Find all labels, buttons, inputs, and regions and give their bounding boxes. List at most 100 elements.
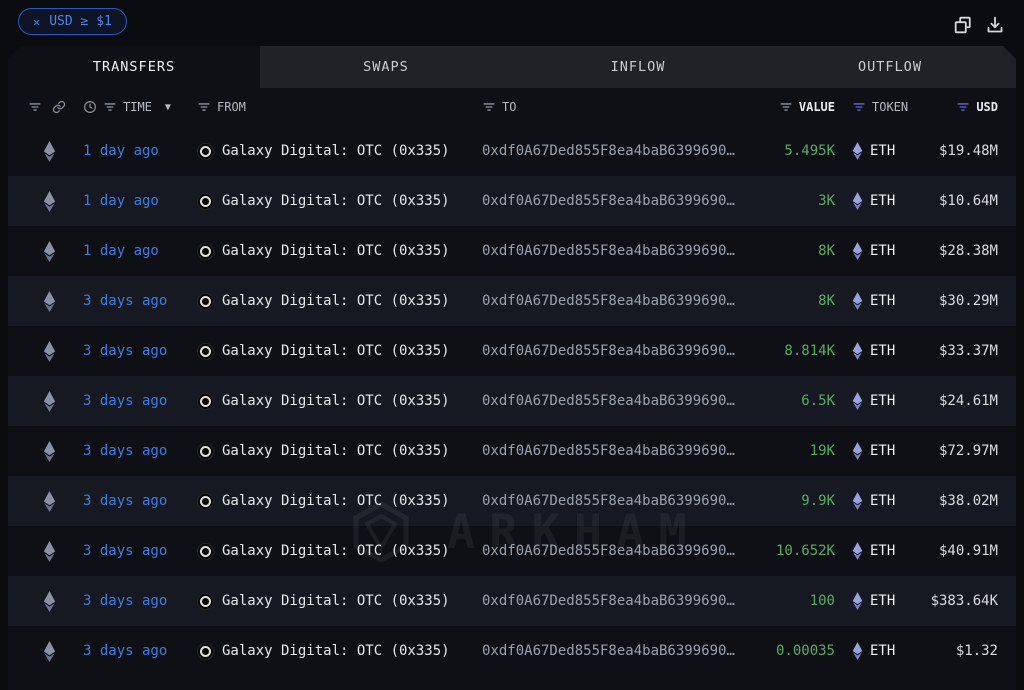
to-address-link[interactable]: 0xdf0A67Ded855F8ea4baB6399690… bbox=[463, 493, 735, 509]
copy-icon[interactable] bbox=[953, 15, 972, 34]
from-entity-link[interactable]: Galaxy Digital: OTC (0x335) bbox=[222, 493, 450, 509]
filter-chip-label: USD ≥ $1 bbox=[49, 14, 112, 29]
value-amount: 100 bbox=[809, 593, 835, 609]
galaxy-digital-icon bbox=[197, 293, 214, 310]
transfer-time-link[interactable]: 1 day ago bbox=[70, 143, 178, 159]
token-symbol: ETH bbox=[870, 143, 896, 159]
table-row[interactable]: 1 day ago Galaxy Digital: OTC (0x335) 0x… bbox=[8, 226, 1016, 276]
token-symbol: ETH bbox=[870, 343, 896, 359]
table-row[interactable]: 3 days ago Galaxy Digital: OTC (0x335) 0… bbox=[8, 526, 1016, 576]
table-header: TIME ▼ FROM TO VALUE TOKEN USD bbox=[8, 88, 1016, 126]
galaxy-digital-icon bbox=[197, 193, 214, 210]
column-header-from[interactable]: FROM bbox=[217, 100, 246, 114]
tab-outflow[interactable]: OUTFLOW bbox=[764, 46, 1016, 88]
filter-icon[interactable] bbox=[28, 100, 42, 114]
eth-token-icon bbox=[852, 642, 863, 660]
value-amount: 6.5K bbox=[801, 393, 835, 409]
eth-token-icon bbox=[852, 592, 863, 610]
usd-amount: $72.97M bbox=[938, 443, 998, 459]
to-address-link[interactable]: 0xdf0A67Ded855F8ea4baB6399690… bbox=[463, 443, 735, 459]
column-header-to[interactable]: TO bbox=[502, 100, 516, 114]
table-row[interactable]: 3 days ago Galaxy Digital: OTC (0x335) 0… bbox=[8, 476, 1016, 526]
transfer-time-link[interactable]: 3 days ago bbox=[70, 443, 178, 459]
from-entity-link[interactable]: Galaxy Digital: OTC (0x335) bbox=[222, 343, 450, 359]
from-entity-link[interactable]: Galaxy Digital: OTC (0x335) bbox=[222, 643, 450, 659]
tab-transfers[interactable]: TRANSFERS bbox=[8, 46, 260, 88]
transfer-time-link[interactable]: 1 day ago bbox=[70, 243, 178, 259]
eth-chain-icon bbox=[43, 191, 56, 212]
eth-chain-icon bbox=[43, 541, 56, 562]
tab-inflow[interactable]: INFLOW bbox=[512, 46, 764, 88]
table-row[interactable]: 3 days ago Galaxy Digital: OTC (0x335) 0… bbox=[8, 626, 1016, 676]
filter-icon[interactable] bbox=[103, 100, 117, 114]
transfer-time-link[interactable]: 3 days ago bbox=[70, 343, 178, 359]
value-amount: 3K bbox=[818, 193, 835, 209]
from-entity-link[interactable]: Galaxy Digital: OTC (0x335) bbox=[222, 393, 450, 409]
transfer-time-link[interactable]: 3 days ago bbox=[70, 293, 178, 309]
transfer-time-link[interactable]: 3 days ago bbox=[70, 643, 178, 659]
galaxy-digital-icon bbox=[197, 543, 214, 560]
to-address-link[interactable]: 0xdf0A67Ded855F8ea4baB6399690… bbox=[463, 343, 735, 359]
value-amount: 8K bbox=[818, 293, 835, 309]
tab-swaps[interactable]: SWAPS bbox=[260, 46, 512, 88]
transfer-time-link[interactable]: 3 days ago bbox=[70, 593, 178, 609]
table-row[interactable]: 3 days ago Galaxy Digital: OTC (0x335) 0… bbox=[8, 576, 1016, 626]
filter-icon-active[interactable] bbox=[852, 100, 866, 114]
table-row[interactable]: 3 days ago Galaxy Digital: OTC (0x335) 0… bbox=[8, 426, 1016, 476]
transfer-time-link[interactable]: 3 days ago bbox=[70, 543, 178, 559]
to-address-link[interactable]: 0xdf0A67Ded855F8ea4baB6399690… bbox=[463, 293, 735, 309]
transfer-time-link[interactable]: 1 day ago bbox=[70, 193, 178, 209]
eth-chain-icon bbox=[43, 641, 56, 662]
clock-icon[interactable] bbox=[83, 100, 97, 114]
filter-icon[interactable] bbox=[197, 100, 211, 114]
value-amount: 8.814K bbox=[784, 343, 835, 359]
galaxy-digital-icon bbox=[197, 343, 214, 360]
close-icon[interactable]: ✕ bbox=[33, 16, 40, 28]
token-symbol: ETH bbox=[870, 593, 896, 609]
from-entity-link[interactable]: Galaxy Digital: OTC (0x335) bbox=[222, 593, 450, 609]
transfer-time-link[interactable]: 3 days ago bbox=[70, 393, 178, 409]
column-header-time[interactable]: TIME bbox=[123, 100, 152, 114]
usd-filter-chip[interactable]: ✕ USD ≥ $1 bbox=[18, 8, 127, 35]
from-entity-link[interactable]: Galaxy Digital: OTC (0x335) bbox=[222, 243, 450, 259]
from-entity-link[interactable]: Galaxy Digital: OTC (0x335) bbox=[222, 543, 450, 559]
transfer-time-link[interactable]: 3 days ago bbox=[70, 493, 178, 509]
chain-link-icon[interactable] bbox=[52, 100, 66, 114]
column-header-value[interactable]: VALUE bbox=[799, 100, 835, 114]
eth-token-icon bbox=[852, 142, 863, 160]
filter-icon-active[interactable] bbox=[956, 100, 970, 114]
galaxy-digital-icon bbox=[197, 143, 214, 160]
to-address-link[interactable]: 0xdf0A67Ded855F8ea4baB6399690… bbox=[463, 143, 735, 159]
table-row[interactable]: 3 days ago Galaxy Digital: OTC (0x335) 0… bbox=[8, 376, 1016, 426]
usd-amount: $10.64M bbox=[938, 193, 998, 209]
chevron-down-icon[interactable]: ▼ bbox=[165, 102, 171, 113]
tab-bar: TRANSFERS SWAPS INFLOW OUTFLOW bbox=[8, 46, 1016, 88]
table-row[interactable]: 3 days ago Galaxy Digital: OTC (0x335) 0… bbox=[8, 326, 1016, 376]
column-header-usd[interactable]: USD bbox=[976, 100, 998, 114]
from-entity-link[interactable]: Galaxy Digital: OTC (0x335) bbox=[222, 293, 450, 309]
eth-chain-icon bbox=[43, 491, 56, 512]
from-entity-link[interactable]: Galaxy Digital: OTC (0x335) bbox=[222, 443, 450, 459]
to-address-link[interactable]: 0xdf0A67Ded855F8ea4baB6399690… bbox=[463, 593, 735, 609]
from-entity-link[interactable]: Galaxy Digital: OTC (0x335) bbox=[222, 193, 450, 209]
table-row[interactable]: 1 day ago Galaxy Digital: OTC (0x335) 0x… bbox=[8, 176, 1016, 226]
to-address-link[interactable]: 0xdf0A67Ded855F8ea4baB6399690… bbox=[463, 393, 735, 409]
token-symbol: ETH bbox=[870, 443, 896, 459]
to-address-link[interactable]: 0xdf0A67Ded855F8ea4baB6399690… bbox=[463, 543, 735, 559]
table-row[interactable]: 1 day ago Galaxy Digital: OTC (0x335) 0x… bbox=[8, 126, 1016, 176]
filter-icon[interactable] bbox=[779, 100, 793, 114]
usd-amount: $28.38M bbox=[938, 243, 998, 259]
to-address-link[interactable]: 0xdf0A67Ded855F8ea4baB6399690… bbox=[463, 643, 735, 659]
to-address-link[interactable]: 0xdf0A67Ded855F8ea4baB6399690… bbox=[463, 193, 735, 209]
table-row[interactable]: 3 days ago Galaxy Digital: OTC (0x335) 0… bbox=[8, 276, 1016, 326]
download-icon[interactable] bbox=[985, 15, 1004, 34]
transfers-panel: TRANSFERS SWAPS INFLOW OUTFLOW TIME ▼ FR… bbox=[8, 46, 1016, 690]
usd-amount: $1.32 bbox=[955, 643, 998, 659]
galaxy-digital-icon bbox=[197, 493, 214, 510]
from-entity-link[interactable]: Galaxy Digital: OTC (0x335) bbox=[222, 143, 450, 159]
to-address-link[interactable]: 0xdf0A67Ded855F8ea4baB6399690… bbox=[463, 243, 735, 259]
eth-token-icon bbox=[852, 542, 863, 560]
filter-icon[interactable] bbox=[482, 100, 496, 114]
column-header-token[interactable]: TOKEN bbox=[872, 100, 908, 114]
usd-amount: $38.02M bbox=[938, 493, 998, 509]
